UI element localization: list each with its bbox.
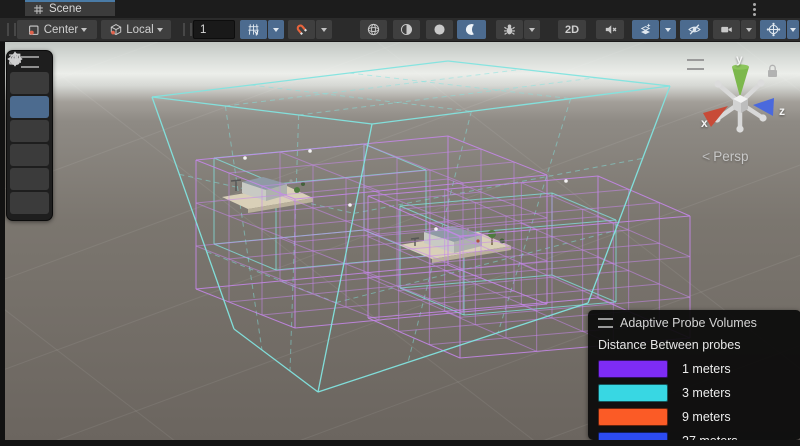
- scene-visibility-toggle[interactable]: [680, 20, 708, 39]
- toolbar-grip[interactable]: [183, 23, 192, 36]
- apv-legend-subtitle: Distance Between probes: [588, 330, 800, 354]
- local-cube-icon: [109, 23, 123, 37]
- scene-viewport[interactable]: y x z < Persp Adaptive Probe Volumes Dis…: [5, 42, 800, 440]
- unlit-circle-icon: [432, 22, 447, 37]
- shading-unlit-button[interactable]: [426, 20, 453, 39]
- orientation-overlay-handle[interactable]: [687, 59, 704, 70]
- grid-snap-toggle[interactable]: Y: [240, 20, 267, 39]
- projection-label: Persp: [713, 149, 748, 164]
- debug-draw-modes-dropdown[interactable]: [524, 20, 540, 39]
- tool-rotate[interactable]: [10, 120, 49, 142]
- axis-x-label[interactable]: x: [701, 116, 708, 130]
- chevron-down-icon: [665, 28, 671, 32]
- effects-icon: [638, 22, 653, 37]
- camera-icon: [719, 22, 734, 37]
- effects-dropdown[interactable]: [660, 20, 676, 39]
- shading-shaded-button[interactable]: [393, 20, 420, 39]
- tools-overlay: [6, 50, 53, 221]
- chevron-down-icon: [746, 28, 752, 32]
- chevron-down-icon: [157, 28, 163, 32]
- projection-toggle[interactable]: < Persp: [702, 148, 748, 164]
- legend-label: 1 meters: [682, 362, 731, 376]
- tool-transform[interactable]: [10, 192, 49, 214]
- axis-y-label[interactable]: y: [736, 52, 743, 66]
- chevron-down-icon: [790, 28, 796, 32]
- shading-wireframe-button[interactable]: [360, 20, 387, 39]
- debug-draw-modes-button[interactable]: [496, 20, 523, 39]
- snap-magnet-toggle[interactable]: [288, 20, 315, 39]
- move-snap-input[interactable]: [193, 20, 235, 39]
- chevron-down-icon: [81, 28, 87, 32]
- legend-swatch-3m: [598, 384, 668, 402]
- chevron-left-icon: <: [702, 148, 710, 164]
- scene-grid-icon: [33, 4, 44, 15]
- magnet-icon: [294, 22, 309, 37]
- tab-scene[interactable]: Scene: [25, 0, 115, 16]
- chevron-down-icon: [273, 28, 279, 32]
- pivot-mode-label: Center: [44, 24, 79, 36]
- audio-muted-icon: [603, 22, 618, 37]
- legend-swatch-1m: [598, 360, 668, 378]
- camera-settings-dropdown[interactable]: [741, 20, 756, 39]
- scene-toolbar: Center Local Y: [0, 18, 800, 42]
- effects-toggle[interactable]: [632, 20, 659, 39]
- legend-row: 3 meters: [598, 384, 800, 402]
- tab-label: Scene: [49, 3, 82, 15]
- chevron-down-icon: [529, 28, 535, 32]
- lighting-toggle[interactable]: [457, 20, 486, 39]
- pivot-mode-dropdown[interactable]: Center: [17, 20, 97, 39]
- legend-label: 9 meters: [682, 410, 731, 424]
- gizmos-dropdown[interactable]: [787, 20, 799, 39]
- snap-magnet-dropdown[interactable]: [316, 20, 332, 39]
- tools-overlay-handle[interactable]: [21, 56, 39, 68]
- transform-icon: [7, 51, 23, 67]
- tool-rect[interactable]: [10, 168, 49, 190]
- svg-text:Y: Y: [254, 30, 259, 37]
- moon-icon: [464, 22, 479, 37]
- orientation-dropdown[interactable]: Local: [101, 20, 171, 39]
- view-2d-label: 2D: [565, 24, 579, 36]
- legend-row: 1 meters: [598, 360, 800, 378]
- tab-bar: Scene: [0, 0, 800, 18]
- tool-scale[interactable]: [10, 144, 49, 166]
- legend-swatch-9m: [598, 408, 668, 426]
- legend-label: 3 meters: [682, 386, 731, 400]
- axis-z-label[interactable]: z: [779, 104, 785, 118]
- legend-swatch-27m: [598, 432, 668, 440]
- audio-toggle[interactable]: [596, 20, 624, 39]
- tool-view-hand[interactable]: [10, 72, 49, 94]
- tool-move[interactable]: [10, 96, 49, 118]
- half-sphere-icon: [399, 22, 414, 37]
- apv-overlay-handle[interactable]: [598, 318, 613, 328]
- gizmo-sphere-icon: [766, 22, 781, 37]
- gizmos-toggle[interactable]: [760, 20, 786, 39]
- unity-scene-view-window: Scene Center Local Y: [0, 0, 800, 446]
- apv-overlay-title: Adaptive Probe Volumes: [620, 316, 757, 330]
- bug-icon: [502, 22, 517, 37]
- eye-slash-icon: [687, 22, 702, 37]
- scene-frame: y x z < Persp Adaptive Probe Volumes Dis…: [0, 42, 800, 446]
- pivot-center-icon: [27, 23, 41, 37]
- orientation-mode-label: Local: [126, 24, 154, 36]
- legend-label: 27 meters: [682, 434, 738, 440]
- wire-sphere-icon: [366, 22, 381, 37]
- grid-snap-dropdown[interactable]: [268, 20, 284, 39]
- view-2d-toggle[interactable]: 2D: [558, 20, 586, 39]
- toolbar-grip[interactable]: [7, 23, 16, 36]
- overflow-menu-icon[interactable]: [753, 3, 756, 6]
- adaptive-probe-volumes-overlay: Adaptive Probe Volumes Distance Between …: [588, 310, 800, 440]
- legend-row: 27 meters: [598, 432, 800, 440]
- camera-settings-button[interactable]: [713, 20, 740, 39]
- chevron-down-icon: [321, 28, 327, 32]
- legend-row: 9 meters: [598, 408, 800, 426]
